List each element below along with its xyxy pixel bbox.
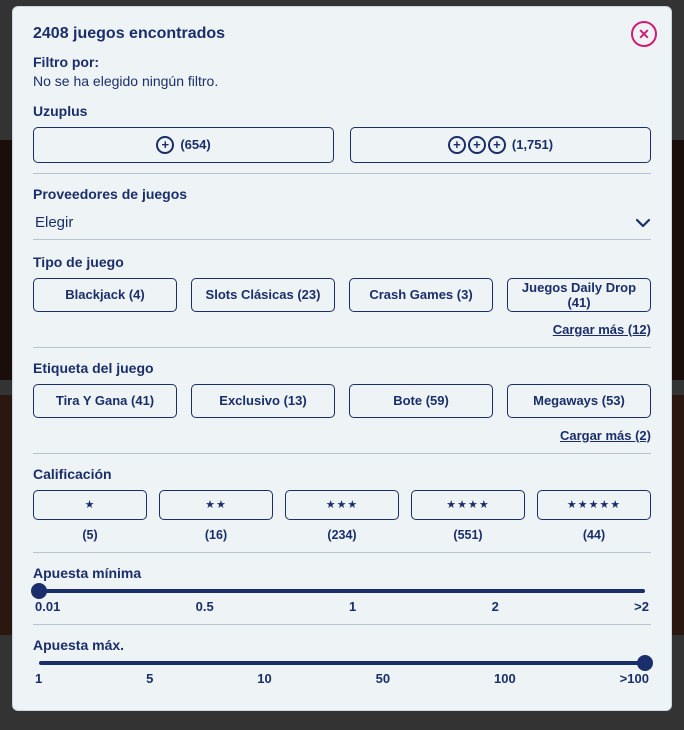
- divider: [33, 453, 651, 454]
- game-type-heading: Tipo de juego: [33, 254, 651, 270]
- plus-icon: +: [156, 136, 174, 154]
- game-type-load-more[interactable]: Cargar más (12): [33, 322, 651, 337]
- results-title: 2408 juegos encontrados: [33, 25, 651, 43]
- slider-tick-label: 10: [257, 671, 271, 686]
- slider-tick-label: 2: [492, 599, 499, 614]
- rating-count: (16): [205, 528, 227, 542]
- slider-tick-label: 0.5: [196, 599, 214, 614]
- game-tag-chip[interactable]: Bote (59): [349, 384, 493, 418]
- slider-tick-label: 100: [494, 671, 516, 686]
- uzuplus-single-count: (654): [180, 137, 210, 152]
- plus-icon: +: [448, 136, 466, 154]
- providers-heading: Proveedores de juegos: [33, 186, 651, 202]
- slider-tick-label: 1: [349, 599, 356, 614]
- max-bet-slider[interactable]: [39, 661, 645, 665]
- filter-modal: ✕ 2408 juegos encontrados Filtro por: No…: [12, 6, 672, 711]
- slider-tick-label: >2: [634, 599, 649, 614]
- game-tag-chip[interactable]: Exclusivo (13): [191, 384, 335, 418]
- slider-tick-label: 5: [146, 671, 153, 686]
- rating-button-2[interactable]: ★★: [159, 490, 273, 520]
- plus-icon-group: + + +: [448, 136, 506, 154]
- chevron-down-icon: [635, 215, 649, 229]
- slider-tick-label: 50: [376, 671, 390, 686]
- filter-status: No se ha elegido ningún filtro.: [33, 73, 651, 89]
- divider: [33, 624, 651, 625]
- game-type-chip[interactable]: Blackjack (4): [33, 278, 177, 312]
- max-bet-thumb[interactable]: [637, 655, 653, 671]
- game-tag-chip[interactable]: Tira Y Gana (41): [33, 384, 177, 418]
- rating-button-4[interactable]: ★★★★: [411, 490, 525, 520]
- game-tag-heading: Etiqueta del juego: [33, 360, 651, 376]
- max-bet-heading: Apuesta máx.: [33, 637, 651, 653]
- game-tag-load-more[interactable]: Cargar más (2): [33, 428, 651, 443]
- rating-count: (234): [327, 528, 356, 542]
- game-type-chip[interactable]: Slots Clásicas (23): [191, 278, 335, 312]
- uzuplus-single-button[interactable]: + (654): [33, 127, 334, 163]
- providers-select-value: Elegir: [35, 214, 73, 231]
- close-icon: ✕: [638, 27, 650, 41]
- divider: [33, 173, 651, 174]
- uzuplus-multi-count: (1,751): [512, 137, 553, 152]
- game-type-chip[interactable]: Crash Games (3): [349, 278, 493, 312]
- plus-icon: +: [468, 136, 486, 154]
- plus-icon: +: [488, 136, 506, 154]
- close-button[interactable]: ✕: [631, 21, 657, 47]
- rating-button-3[interactable]: ★★★: [285, 490, 399, 520]
- slider-tick-label: 0.01: [35, 599, 60, 614]
- min-bet-thumb[interactable]: [31, 583, 47, 599]
- game-type-chip[interactable]: Juegos Daily Drop (41): [507, 278, 651, 312]
- game-tag-chip[interactable]: Megaways (53): [507, 384, 651, 418]
- rating-count: (44): [583, 528, 605, 542]
- min-bet-slider[interactable]: [39, 589, 645, 593]
- divider: [33, 347, 651, 348]
- rating-count: (5): [82, 528, 97, 542]
- divider: [33, 552, 651, 553]
- uzuplus-heading: Uzuplus: [33, 103, 651, 119]
- providers-select[interactable]: Elegir: [33, 210, 651, 240]
- min-bet-heading: Apuesta mínima: [33, 565, 651, 581]
- rating-count: (551): [453, 528, 482, 542]
- rating-button-1[interactable]: ★: [33, 490, 147, 520]
- filter-by-label: Filtro por:: [33, 53, 651, 73]
- slider-tick-label: 1: [35, 671, 42, 686]
- rating-heading: Calificación: [33, 466, 651, 482]
- rating-button-5[interactable]: ★★★★★: [537, 490, 651, 520]
- uzuplus-multi-button[interactable]: + + + (1,751): [350, 127, 651, 163]
- slider-tick-label: >100: [620, 671, 649, 686]
